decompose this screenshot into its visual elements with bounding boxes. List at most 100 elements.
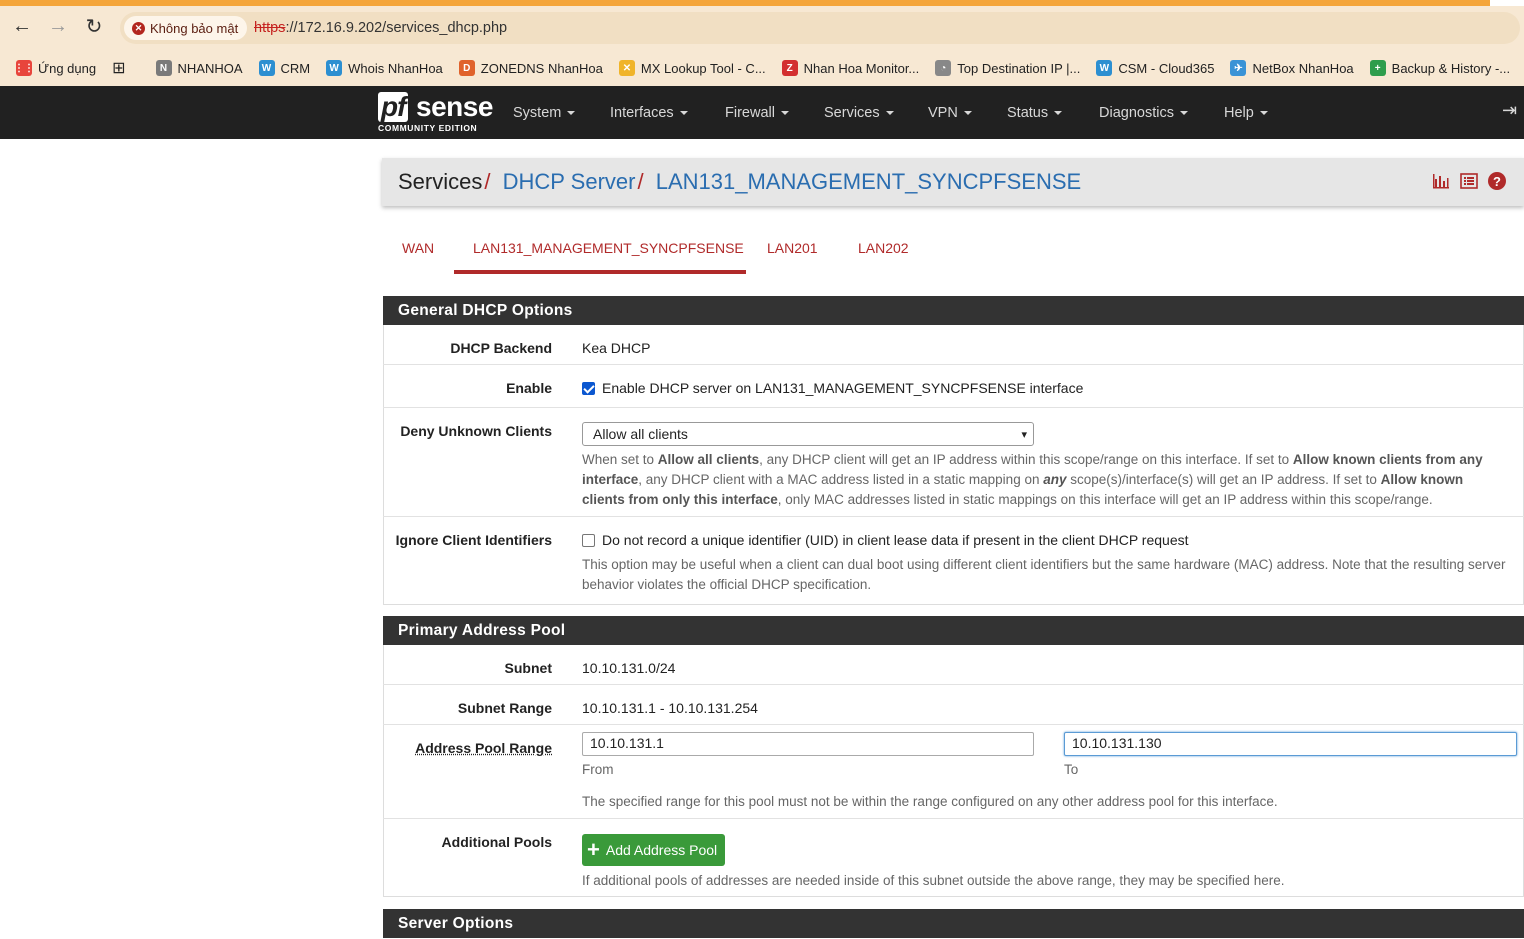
label-additional-pools: Additional Pools bbox=[442, 834, 552, 850]
ignore-client-ids-help: This option may be useful when a client … bbox=[582, 555, 1507, 595]
value-dhcp-backend: Kea DHCP bbox=[582, 340, 650, 356]
logo-sense: sense bbox=[416, 92, 493, 122]
status-chart-icon[interactable] bbox=[1432, 172, 1450, 190]
reload-icon[interactable]: ↻ bbox=[80, 12, 108, 40]
log-list-icon[interactable] bbox=[1460, 172, 1478, 190]
label-address-pool-range[interactable]: Address Pool Range bbox=[415, 740, 552, 756]
menu-status[interactable]: Status bbox=[1007, 86, 1062, 139]
security-label: Không bảo mật bbox=[150, 21, 238, 36]
bookmark-item[interactable]: W CSM - Cloud365 bbox=[1096, 60, 1214, 76]
caret-icon bbox=[1260, 111, 1268, 115]
bookmark-label: NetBox NhanHoa bbox=[1252, 61, 1353, 76]
logout-icon[interactable]: ⇥ bbox=[1502, 100, 1517, 121]
bookmark-label: Nhan Hoa Monitor... bbox=[804, 61, 920, 76]
tab-lan202[interactable]: LAN202 bbox=[858, 240, 909, 256]
breadcrumb-separator: / bbox=[484, 169, 490, 194]
breadcrumb-services: Services bbox=[398, 169, 482, 194]
pool-range-help: The specified range for this pool must n… bbox=[582, 792, 1507, 812]
bookmark-item[interactable]: ⋮⋮ Ứng dụng bbox=[16, 60, 96, 76]
bookmark-item[interactable]: ✈ NetBox NhanHoa bbox=[1230, 60, 1353, 76]
menu-services[interactable]: Services bbox=[824, 86, 894, 139]
ignore-client-ids-row[interactable]: Do not record a unique identifier (UID) … bbox=[582, 532, 1189, 548]
menu-label: Diagnostics bbox=[1099, 105, 1174, 121]
panel-title-pool: Primary Address Pool bbox=[383, 616, 1524, 645]
logo-pf: pf bbox=[378, 92, 408, 122]
help-bold: Allow all clients bbox=[658, 452, 759, 467]
bookmark-label: NHANHOA bbox=[178, 61, 243, 76]
url-scheme: https bbox=[254, 20, 285, 36]
tab-wan[interactable]: WAN bbox=[402, 240, 434, 256]
url-text[interactable]: https://172.16.9.202/services_dhcp.php bbox=[254, 20, 507, 36]
pfsense-logo[interactable]: pf sense COMMUNITY EDITION bbox=[378, 92, 486, 136]
bookmark-item[interactable]: W Whois NhanHoa bbox=[326, 60, 443, 76]
menu-firewall[interactable]: Firewall bbox=[725, 86, 789, 139]
row-subnet bbox=[383, 645, 1524, 685]
bookmark-item[interactable]: ◔ Top Destination IP |... bbox=[935, 60, 1080, 76]
panel-title-general: General DHCP Options bbox=[383, 296, 1524, 325]
ignore-client-ids-checkbox[interactable] bbox=[582, 534, 595, 547]
help-text: scope(s)/interface(s) will get an IP add… bbox=[1066, 472, 1380, 487]
zabbix-icon: Z bbox=[782, 60, 798, 76]
header-icons: ? bbox=[1432, 172, 1506, 190]
bookmark-item[interactable]: + Backup & History -... bbox=[1370, 60, 1510, 76]
breadcrumb-interface[interactable]: LAN131_MANAGEMENT_SYNCPFSENSE bbox=[656, 169, 1081, 194]
label-deny-unknown: Deny Unknown Clients bbox=[400, 423, 552, 439]
caret-icon bbox=[964, 111, 972, 115]
wordpress-icon: W bbox=[259, 60, 275, 76]
row-dhcp-backend bbox=[383, 325, 1524, 365]
label-subnet: Subnet bbox=[505, 660, 552, 676]
logo-edition: COMMUNITY EDITION bbox=[378, 123, 477, 133]
help-text: , only MAC addresses listed in static ma… bbox=[778, 492, 1433, 507]
enable-checkbox[interactable] bbox=[582, 382, 595, 395]
bookmark-label: CSM - Cloud365 bbox=[1118, 61, 1214, 76]
gauge-icon: ◔ bbox=[935, 60, 951, 76]
enable-checkbox-text: Enable DHCP server on LAN131_MANAGEMENT_… bbox=[602, 380, 1083, 396]
deny-unknown-select[interactable]: Allow all clients ▾ bbox=[582, 422, 1034, 446]
menu-label: Services bbox=[824, 105, 880, 121]
bookmark-label: Backup & History -... bbox=[1392, 61, 1510, 76]
menu-system[interactable]: System bbox=[513, 86, 575, 139]
panel-title-server-options: Server Options bbox=[383, 909, 1524, 938]
pool-from-input[interactable]: 10.10.131.1 bbox=[582, 732, 1034, 756]
menu-label: VPN bbox=[928, 105, 958, 121]
caret-icon bbox=[1054, 111, 1062, 115]
breadcrumb-dhcp-server[interactable]: DHCP Server bbox=[503, 169, 636, 194]
tab-lan201[interactable]: LAN201 bbox=[767, 240, 818, 256]
menu-label: Interfaces bbox=[610, 105, 674, 121]
add-address-pool-button[interactable]: + Add Address Pool bbox=[582, 834, 725, 866]
apps-grid-icon: ⋮⋮ bbox=[16, 60, 32, 76]
bookmark-item[interactable]: N NHANHOA bbox=[156, 60, 243, 76]
menu-diagnostics[interactable]: Diagnostics bbox=[1099, 86, 1188, 139]
bookmark-label: Top Destination IP |... bbox=[957, 61, 1080, 76]
ignore-client-ids-text: Do not record a unique identifier (UID) … bbox=[602, 532, 1189, 548]
caret-icon bbox=[886, 111, 894, 115]
menu-help[interactable]: Help bbox=[1224, 86, 1268, 139]
label-enable: Enable bbox=[506, 380, 552, 396]
enable-checkbox-row[interactable]: Enable DHCP server on LAN131_MANAGEMENT_… bbox=[582, 380, 1083, 396]
value-subnet-range: 10.10.131.1 - 10.10.131.254 bbox=[582, 700, 758, 716]
menu-interfaces[interactable]: Interfaces bbox=[610, 86, 688, 139]
menu-label: Firewall bbox=[725, 105, 775, 121]
help-icon[interactable]: ? bbox=[1488, 172, 1506, 190]
caret-icon bbox=[680, 111, 688, 115]
caret-icon bbox=[781, 111, 789, 115]
plus-square-icon: + bbox=[1370, 60, 1386, 76]
deny-unknown-selected: Allow all clients bbox=[593, 426, 688, 442]
security-indicator[interactable]: ✕ Không bảo mật bbox=[124, 16, 247, 40]
url-path: ://172.16.9.202/services_dhcp.php bbox=[285, 20, 507, 36]
bookmark-item[interactable]: ✕ MX Lookup Tool - C... bbox=[619, 60, 766, 76]
bookmark-label: Whois NhanHoa bbox=[348, 61, 443, 76]
apps-launcher-icon[interactable]: ⊞ bbox=[112, 58, 125, 78]
menu-vpn[interactable]: VPN bbox=[928, 86, 972, 139]
breadcrumb: Services/ DHCP Server/ LAN131_MANAGEMENT… bbox=[398, 169, 1081, 195]
caret-icon bbox=[1180, 111, 1188, 115]
bookmark-item[interactable]: Z Nhan Hoa Monitor... bbox=[782, 60, 920, 76]
back-icon[interactable]: ← bbox=[8, 12, 36, 40]
chevron-down-icon: ▾ bbox=[1021, 428, 1027, 441]
bookmark-item[interactable]: D ZONEDNS NhanHoa bbox=[459, 60, 603, 76]
tab-lan131[interactable]: LAN131_MANAGEMENT_SYNCPFSENSE bbox=[473, 240, 744, 256]
label-ignore-client-ids: Ignore Client Identifiers bbox=[396, 532, 552, 548]
bookmark-item[interactable]: W CRM bbox=[259, 60, 311, 76]
pool-to-input[interactable]: 10.10.131.130 bbox=[1064, 732, 1517, 756]
forward-icon[interactable]: → bbox=[44, 12, 72, 40]
